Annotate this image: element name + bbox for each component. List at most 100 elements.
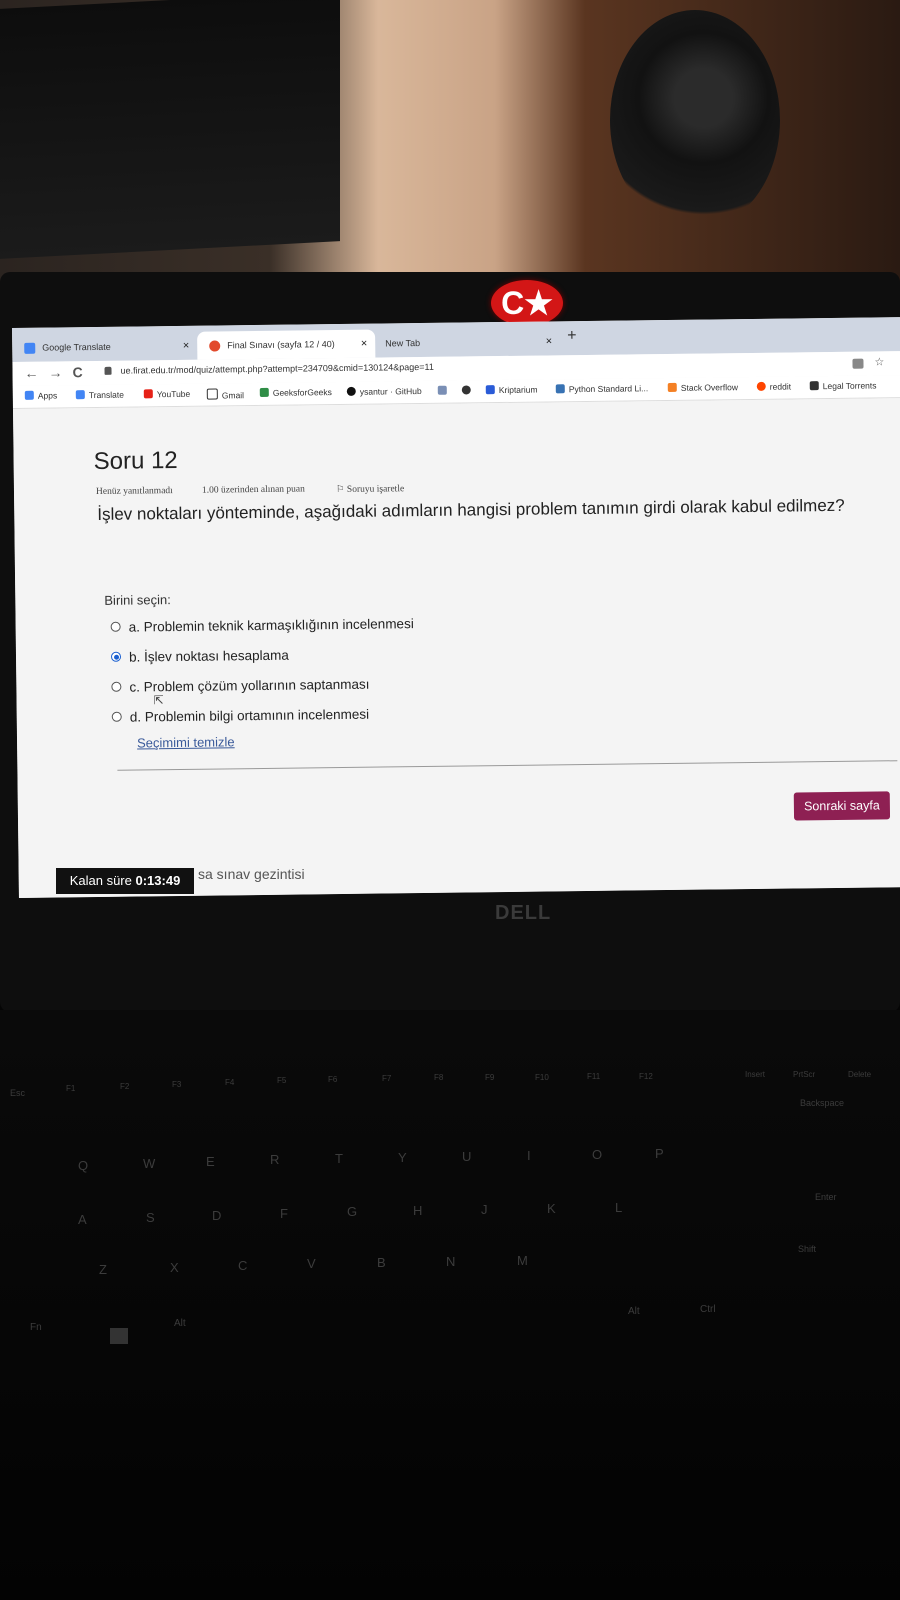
key-t: T <box>335 1151 343 1166</box>
windows-key-icon <box>110 1328 128 1344</box>
tab-final-sinavi[interactable]: Final Sınavı (sayfa 12 / 40) × <box>197 329 376 360</box>
bookmark-star-icon[interactable]: ☆ <box>874 355 884 368</box>
youtube-icon <box>143 389 153 399</box>
bookmark-kriptarium[interactable]: Kriptarium <box>485 384 538 396</box>
key-f2: F2 <box>120 1082 130 1091</box>
bookmark-label: Kriptarium <box>498 384 538 396</box>
key-f8: F8 <box>434 1073 444 1082</box>
option-label: b. İşlev noktası hesaplama <box>128 647 289 665</box>
tab-google-translate[interactable]: Google Translate × <box>12 332 197 362</box>
legal-torrents-icon <box>809 381 819 391</box>
page-icon <box>437 385 447 395</box>
bookmark-label: reddit <box>769 381 792 392</box>
key-k: K <box>547 1201 556 1216</box>
laptop-screen: Google Translate × Final Sınavı (sayfa 1… <box>12 317 900 898</box>
key-j: J <box>481 1202 488 1217</box>
key-shift: Shift <box>798 1244 817 1254</box>
bookmark-legal-torrents[interactable]: Legal Torrents <box>809 380 877 391</box>
radio-option-d[interactable] <box>111 711 122 722</box>
tab-label: Google Translate <box>42 341 111 353</box>
key-f11: F11 <box>587 1072 601 1081</box>
key-alt-right: Alt <box>628 1306 640 1317</box>
key-f12: F12 <box>639 1072 653 1081</box>
bookmark-translate[interactable]: Translate <box>75 390 124 401</box>
bookmark-label: Python Standard Li... <box>568 383 649 395</box>
quiz-navigation-label[interactable]: sa sınav gezintisi <box>198 866 305 882</box>
bookmark-github[interactable]: ysantur · GitHub <box>346 385 422 397</box>
key-d: D <box>212 1208 222 1223</box>
key-v: V <box>307 1256 316 1271</box>
forward-button[interactable]: → <box>48 364 62 380</box>
bookmark-stackoverflow[interactable]: Stack Overflow <box>667 382 738 393</box>
tab-close-icon[interactable]: × <box>546 327 553 355</box>
stackoverflow-icon <box>667 382 677 392</box>
flag-icon: ⚐ <box>335 484 347 496</box>
option-label: c. Problem çözüm yollarının saptanması <box>129 676 370 695</box>
reload-button[interactable]: C <box>72 364 82 380</box>
key-l: L <box>615 1200 623 1215</box>
address-bar[interactable]: ue.firat.edu.tr/mod/quiz/attempt.php?att… <box>120 362 433 376</box>
bookmark-gmail[interactable]: Gmail <box>206 388 245 401</box>
key-n: N <box>446 1254 456 1269</box>
bookmark-label: YouTube <box>156 388 191 400</box>
option-label: a. Problemin teknik karmaşıklığının ince… <box>128 616 414 635</box>
tab-close-icon[interactable]: × <box>361 330 368 358</box>
option-d[interactable]: d. Problemin bilgi ortamının incelenmesi <box>111 707 369 725</box>
key-p: P <box>655 1146 664 1161</box>
clear-choice-link[interactable]: Seçimimi temizle <box>137 734 235 750</box>
key-i: I <box>527 1148 531 1163</box>
key-y: Y <box>398 1150 407 1165</box>
flag-symbol: C★ <box>501 285 553 321</box>
bookmark-label: Stack Overflow <box>680 382 738 393</box>
translate-icon[interactable] <box>852 358 864 369</box>
bookmark-python[interactable]: Python Standard Li... <box>555 383 649 395</box>
tab-new-tab[interactable]: New Tab × <box>375 327 560 357</box>
bookmark-label: Apps <box>37 390 58 401</box>
bookmark-apps[interactable]: Apps <box>24 390 58 401</box>
bookmark-unnamed-1[interactable] <box>437 385 451 396</box>
key-m: M <box>517 1253 528 1268</box>
tab-label: New Tab <box>385 338 421 349</box>
bookmark-youtube[interactable]: YouTube <box>143 388 191 400</box>
tab-close-icon[interactable]: × <box>183 332 190 360</box>
tv-screen <box>0 0 340 259</box>
timer-value: 0:13:49 <box>135 873 181 888</box>
option-c[interactable]: c. Problem çözüm yollarının saptanması <box>111 676 370 695</box>
tab-label: Final Sınavı (sayfa 12 / 40) <box>227 339 335 351</box>
key-f7: F7 <box>382 1074 392 1083</box>
option-b[interactable]: b. İşlev noktası hesaplama <box>110 647 289 665</box>
next-page-button[interactable]: Sonraki sayfa <box>793 791 891 821</box>
radio-option-b[interactable] <box>110 651 122 662</box>
python-icon <box>555 384 565 394</box>
question-title: Soru 12 <box>93 446 178 476</box>
translate-favicon-icon <box>24 342 36 354</box>
bookmark-geeksforgeeks[interactable]: GeeksforGeeks <box>259 387 332 398</box>
github-icon <box>346 386 356 396</box>
key-h: H <box>413 1203 423 1218</box>
flag-question-link[interactable]: ⚐ Soruyu işaretle <box>336 483 404 495</box>
key-alt-left: Alt <box>174 1318 186 1329</box>
key-backspace: Backspace <box>800 1098 845 1108</box>
key-a: A <box>78 1212 87 1227</box>
option-a[interactable]: a. Problemin teknik karmaşıklığının ince… <box>110 616 414 635</box>
bookmark-unnamed-2[interactable] <box>461 385 475 395</box>
key-enter: Enter <box>815 1192 837 1202</box>
new-tab-button[interactable]: + <box>567 327 577 345</box>
moodle-favicon-icon <box>209 340 221 352</box>
key-z: Z <box>99 1262 107 1277</box>
back-button[interactable]: ← <box>24 365 38 381</box>
bookmark-reddit[interactable]: reddit <box>756 381 792 392</box>
lock-icon <box>104 366 112 375</box>
key-esc: Esc <box>10 1088 26 1098</box>
key-f6: F6 <box>328 1075 338 1084</box>
radio-option-c[interactable] <box>111 681 122 692</box>
timer-label: Kalan süre <box>69 873 132 888</box>
bookmark-label: ysantur · GitHub <box>359 385 422 397</box>
desk-fan <box>610 10 780 230</box>
flag-question-label: Soruyu işaretle <box>346 484 405 495</box>
radio-option-a[interactable] <box>110 621 121 632</box>
bookmark-label: Gmail <box>221 390 245 401</box>
bookmark-label: GeeksforGeeks <box>272 387 332 398</box>
circle-icon <box>461 385 471 395</box>
key-c: C <box>238 1258 248 1273</box>
